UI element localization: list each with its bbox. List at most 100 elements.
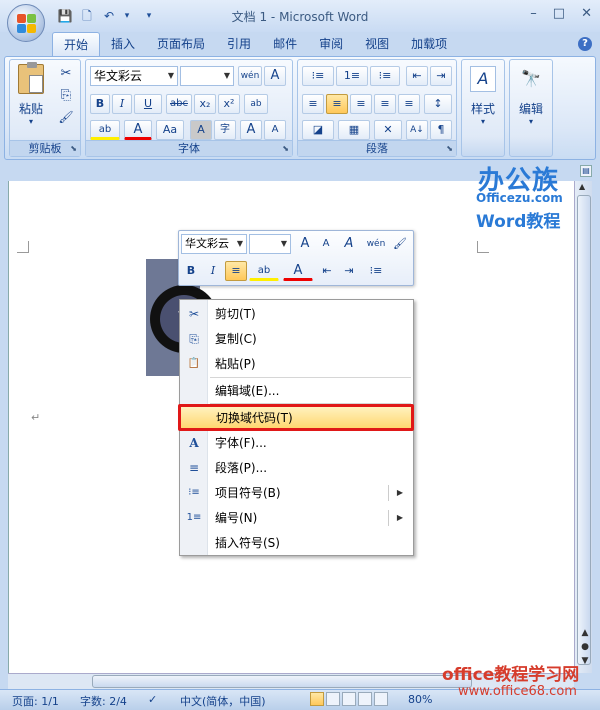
show-marks-button[interactable]: ¶ bbox=[430, 120, 452, 140]
borders-button[interactable]: ▦ bbox=[338, 120, 370, 140]
phonetic-guide-button[interactable]: wén bbox=[238, 66, 262, 86]
menu-item-cut[interactable]: ✂ 剪切(T) bbox=[180, 302, 413, 326]
submenu-arrow-icon[interactable]: ▶ bbox=[397, 481, 403, 505]
menu-item-insert-symbol[interactable]: 插入符号(S) bbox=[180, 531, 413, 555]
enclose-characters-button[interactable]: 字 bbox=[214, 120, 236, 140]
mini-format-painter-icon[interactable]: 🖌 bbox=[389, 234, 411, 254]
asian-layout-button[interactable]: ✕ bbox=[374, 120, 402, 140]
numbering-button[interactable]: 1≡ bbox=[336, 66, 368, 86]
cut-icon[interactable]: ✂ bbox=[58, 66, 74, 81]
maximize-button[interactable]: □ bbox=[553, 6, 565, 21]
underline-button[interactable]: U bbox=[134, 94, 162, 114]
mini-font-color-button[interactable]: A bbox=[283, 261, 313, 281]
help-icon[interactable]: ? bbox=[578, 37, 592, 51]
character-shading-button[interactable]: A bbox=[190, 120, 212, 140]
menu-item-font[interactable]: A 字体(F)... bbox=[180, 431, 413, 455]
center-button[interactable]: ≡ bbox=[326, 94, 348, 114]
tab-home[interactable]: 开始 bbox=[52, 32, 101, 56]
line-spacing-button[interactable]: ↕ bbox=[424, 94, 452, 114]
mini-bold-button[interactable]: B bbox=[181, 261, 201, 281]
full-screen-view-icon[interactable] bbox=[326, 692, 340, 706]
shading-button[interactable]: ◪ bbox=[302, 120, 334, 140]
change-case-button[interactable]: Aa bbox=[156, 120, 184, 140]
horizontal-scroll-thumb[interactable] bbox=[92, 675, 472, 688]
justify-button[interactable]: ≡ bbox=[374, 94, 396, 114]
menu-item-paragraph[interactable]: ≡ 段落(P)... bbox=[180, 456, 413, 480]
prev-page-icon[interactable]: ▲ bbox=[578, 626, 592, 640]
strikethrough-button[interactable]: abc bbox=[166, 94, 192, 114]
menu-item-paste[interactable]: 📋 粘贴(P) bbox=[180, 352, 413, 376]
font-name-combo[interactable]: 华文彩云 ▼ bbox=[90, 66, 178, 86]
mini-size-combo[interactable]: ▼ bbox=[249, 234, 291, 254]
mini-center-button[interactable]: ≡ bbox=[225, 261, 247, 281]
menu-item-edit-field[interactable]: 编辑域(E)... bbox=[180, 379, 413, 403]
mini-styles-button[interactable]: A bbox=[337, 234, 361, 254]
draft-view-icon[interactable] bbox=[374, 692, 388, 706]
submenu-arrow-icon[interactable]: ▶ bbox=[397, 506, 403, 530]
minimize-button[interactable]: – bbox=[530, 6, 537, 21]
copy-icon[interactable]: ⎘ bbox=[58, 88, 74, 103]
align-left-button[interactable]: ≡ bbox=[302, 94, 324, 114]
format-painter-icon[interactable]: 🖌 bbox=[58, 110, 74, 124]
character-border-button[interactable]: A bbox=[264, 66, 286, 86]
ruler-toggle-icon[interactable]: ▤ bbox=[580, 165, 592, 177]
shrink-font-button[interactable]: A bbox=[264, 120, 286, 140]
web-layout-view-icon[interactable] bbox=[342, 692, 356, 706]
editing-button[interactable]: 🔭 编辑 ▾ bbox=[512, 66, 550, 126]
tab-mailings[interactable]: 邮件 bbox=[262, 32, 308, 56]
close-button[interactable]: ✕ bbox=[581, 6, 592, 21]
zoom-level[interactable]: 80% bbox=[408, 693, 432, 706]
tab-references[interactable]: 引用 bbox=[216, 32, 262, 56]
tab-review[interactable]: 审阅 bbox=[308, 32, 354, 56]
increase-indent-button[interactable]: ⇥ bbox=[430, 66, 452, 86]
tab-page-layout[interactable]: 页面布局 bbox=[146, 32, 216, 56]
mini-font-combo[interactable]: 华文彩云 ▼ bbox=[181, 234, 247, 254]
font-size-combo[interactable]: ▼ bbox=[180, 66, 234, 86]
paste-button[interactable]: 粘贴 ▾ bbox=[14, 62, 48, 134]
paragraph-launcher-icon[interactable]: ⬊ bbox=[446, 144, 453, 153]
clear-formatting-button[interactable]: ab bbox=[244, 94, 268, 114]
tab-addins[interactable]: 加载项 bbox=[400, 32, 458, 56]
language-indicator[interactable]: 中文(简体，中国) bbox=[180, 693, 266, 709]
decrease-indent-button[interactable]: ⇤ bbox=[406, 66, 428, 86]
sort-button[interactable]: A↓ bbox=[406, 120, 428, 140]
vertical-scroll-thumb[interactable] bbox=[577, 195, 591, 665]
multilevel-list-button[interactable]: ⁝≡ bbox=[370, 66, 400, 86]
tab-insert[interactable]: 插入 bbox=[100, 32, 146, 56]
mini-grow-font-button[interactable]: A bbox=[295, 234, 315, 254]
font-color-button[interactable]: A bbox=[124, 120, 152, 140]
menu-item-copy[interactable]: ⎘ 复制(C) bbox=[180, 327, 413, 351]
mini-increase-indent-button[interactable]: ⇥ bbox=[339, 261, 359, 281]
mini-decrease-indent-button[interactable]: ⇤ bbox=[317, 261, 337, 281]
mini-phonetic-button[interactable]: wén bbox=[365, 234, 387, 254]
print-layout-view-icon[interactable] bbox=[310, 692, 324, 706]
mini-italic-button[interactable]: I bbox=[203, 261, 223, 281]
italic-button[interactable]: I bbox=[112, 94, 132, 114]
mini-bullets-button[interactable]: ⁝≡ bbox=[361, 261, 391, 281]
next-page-icon[interactable]: ▼ bbox=[578, 654, 592, 668]
tab-view[interactable]: 视图 bbox=[354, 32, 400, 56]
vertical-scrollbar[interactable]: ▲ bbox=[574, 181, 592, 673]
mini-shrink-font-button[interactable]: A bbox=[317, 234, 335, 254]
styles-button[interactable]: A 样式 ▾ bbox=[464, 66, 502, 126]
grow-font-button[interactable]: A bbox=[240, 120, 262, 140]
menu-item-bullets[interactable]: ⁝≡ 项目符号(B) ▶ bbox=[180, 481, 413, 505]
highlight-button[interactable]: ab bbox=[90, 120, 120, 140]
bullets-button[interactable]: ⁝≡ bbox=[302, 66, 334, 86]
align-right-button[interactable]: ≡ bbox=[350, 94, 372, 114]
subscript-button[interactable]: x₂ bbox=[194, 94, 216, 114]
spell-check-icon[interactable]: ✓ bbox=[148, 693, 157, 706]
distributed-button[interactable]: ≡ bbox=[398, 94, 420, 114]
menu-item-numbering[interactable]: 1≡ 编号(N) ▶ bbox=[180, 506, 413, 530]
superscript-button[interactable]: x² bbox=[218, 94, 240, 114]
font-launcher-icon[interactable]: ⬊ bbox=[282, 144, 289, 153]
scroll-up-icon[interactable]: ▲ bbox=[579, 182, 585, 191]
page-count[interactable]: 页面: 1/1 bbox=[12, 693, 59, 709]
browse-object-icon[interactable]: ● bbox=[578, 640, 592, 654]
clipboard-launcher-icon[interactable]: ⬊ bbox=[70, 144, 77, 153]
outline-view-icon[interactable] bbox=[358, 692, 372, 706]
bold-button[interactable]: B bbox=[90, 94, 110, 114]
mini-highlight-button[interactable]: ab bbox=[249, 261, 279, 281]
office-button[interactable] bbox=[7, 4, 45, 42]
word-count[interactable]: 字数: 2/4 bbox=[80, 693, 127, 709]
